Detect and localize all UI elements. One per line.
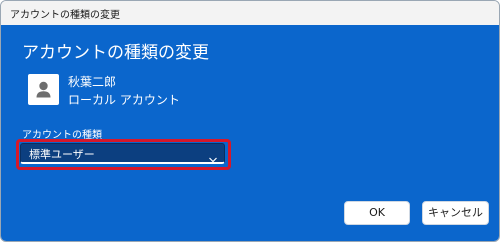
user-account-kind: ローカル アカウント xyxy=(68,93,180,107)
title-bar[interactable]: アカウントの種類の変更 xyxy=(1,1,499,25)
ok-button[interactable]: OK xyxy=(344,201,410,225)
user-avatar-icon xyxy=(28,74,59,105)
dialog-window: アカウントの種類の変更 アカウントの種類の変更 秋葉二郎 ローカル アカウント … xyxy=(0,0,500,242)
account-type-selected-value: 標準ユーザー xyxy=(29,148,95,161)
window-title: アカウントの種類の変更 xyxy=(10,10,120,21)
dialog-heading: アカウントの種類の変更 xyxy=(22,43,209,63)
user-name: 秋葉二郎 xyxy=(68,75,117,89)
dialog-content: アカウントの種類の変更 秋葉二郎 ローカル アカウント アカウントの種類 標準ユ… xyxy=(1,25,499,241)
cancel-button[interactable]: キャンセル xyxy=(422,201,489,225)
account-type-dropdown[interactable]: 標準ユーザー xyxy=(20,143,225,164)
chevron-down-icon xyxy=(208,149,218,163)
